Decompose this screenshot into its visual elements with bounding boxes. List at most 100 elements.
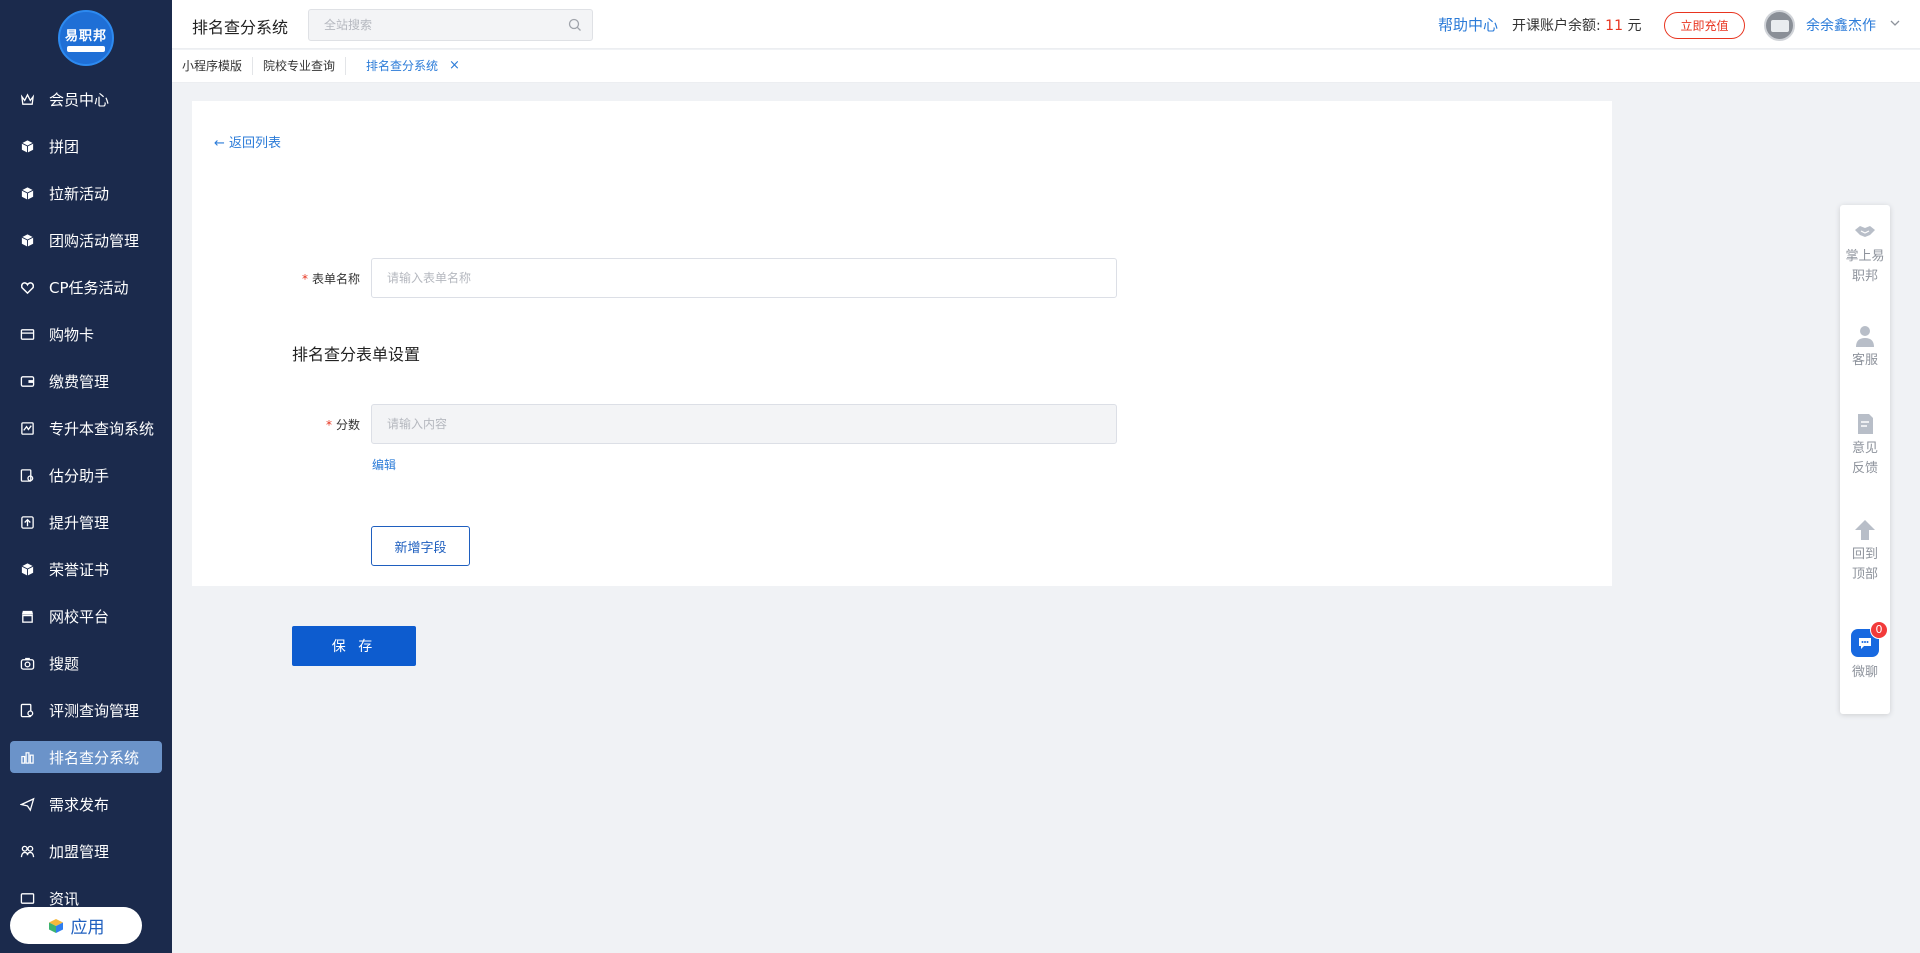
camera-icon bbox=[19, 656, 35, 672]
sidebar-item-label: 搜题 bbox=[49, 655, 80, 673]
chat-label: 微聊 bbox=[1851, 665, 1878, 680]
sidebar-item-label: 缴费管理 bbox=[49, 373, 110, 391]
sidebar-item[interactable]: 估分助手 bbox=[10, 452, 162, 499]
balance-label: 开课账户余额: bbox=[1512, 18, 1601, 34]
sidebar-item-label: 荣誉证书 bbox=[49, 561, 110, 579]
sidebar-item[interactable]: 需求发布 bbox=[10, 781, 162, 828]
sidebar-item[interactable]: 排名查分系统 bbox=[10, 741, 162, 773]
logo[interactable]: 易职邦 bbox=[58, 10, 114, 66]
floating-toolbar: 掌上易职邦 客服 意见反馈 回到顶部 0 微聊 bbox=[1840, 205, 1890, 714]
avatar[interactable] bbox=[1764, 10, 1795, 41]
group-icon bbox=[19, 844, 35, 860]
mobile-app-button[interactable]: 掌上易职邦 bbox=[1840, 219, 1890, 287]
app-button[interactable]: 应用 bbox=[10, 907, 142, 944]
score-label: * 分数 bbox=[325, 417, 360, 432]
chart-search-icon bbox=[19, 468, 35, 484]
sidebar-item[interactable]: 搜题 bbox=[10, 640, 162, 687]
sidebar-item[interactable]: 荣誉证书 bbox=[10, 546, 162, 593]
search-icon[interactable] bbox=[568, 18, 582, 32]
book-icon bbox=[19, 421, 35, 437]
sidebar-item-label: CP任务活动 bbox=[49, 279, 129, 297]
tab-ranking-score-system[interactable]: 排名查分系统 × bbox=[346, 57, 470, 75]
sidebar-item-label: 拼团 bbox=[49, 138, 80, 156]
sidebar-item[interactable]: 会员中心 bbox=[10, 76, 162, 123]
cube-icon bbox=[19, 186, 35, 202]
sidebar-item-label: 排名查分系统 bbox=[49, 748, 140, 767]
close-icon[interactable]: × bbox=[449, 57, 460, 75]
news-icon bbox=[19, 891, 35, 907]
handshake-icon bbox=[1855, 226, 1875, 237]
logo-text: 易职邦 bbox=[64, 28, 107, 44]
cube-colorful-icon bbox=[48, 918, 63, 933]
feedback-doc-icon bbox=[1858, 414, 1873, 434]
top-header: 排名查分系统 帮助中心 开课账户余额: 11 元 立即充值 余余鑫杰作 bbox=[172, 0, 1920, 49]
form-name-input[interactable] bbox=[371, 258, 1117, 298]
back-to-list-link[interactable]: ← 返回列表 bbox=[214, 132, 281, 151]
form-name-label: * 表单名称 bbox=[301, 271, 360, 286]
system-title: 排名查分系统 bbox=[192, 18, 289, 37]
sidebar-item-label: 评测查询管理 bbox=[49, 702, 140, 720]
logo-bar bbox=[67, 45, 105, 52]
sidebar-item[interactable]: 拼团 bbox=[10, 123, 162, 170]
sidebar-item[interactable]: 评测查询管理 bbox=[10, 687, 162, 734]
search-input[interactable] bbox=[309, 10, 549, 40]
sidebar: 易职邦 会员中心拼团拉新活动团购活动管理 CP任务活动购物卡缴费管理专升本查询系统… bbox=[0, 0, 172, 953]
sidebar-nav: 会员中心拼团拉新活动团购活动管理 CP任务活动购物卡缴费管理专升本查询系统估分助手… bbox=[10, 76, 162, 922]
mobile-label: 掌上易职邦 bbox=[1845, 249, 1885, 284]
required-mark: * bbox=[325, 417, 332, 432]
chat-button[interactable]: 0 微聊 bbox=[1840, 621, 1890, 683]
sidebar-item[interactable]: 拉新活动 bbox=[10, 170, 162, 217]
user-service-icon bbox=[1856, 326, 1874, 347]
sidebar-item-label: 拉新活动 bbox=[49, 185, 110, 203]
tab-label: 小程序模版 bbox=[182, 59, 243, 73]
sidebar-item[interactable]: 加盟管理 bbox=[10, 828, 162, 875]
sidebar-item[interactable]: 网校平台 bbox=[10, 593, 162, 640]
top-label: 回到顶部 bbox=[1852, 547, 1879, 582]
account-balance: 开课账户余额: 11 元 bbox=[1512, 15, 1641, 35]
sidebar-item[interactable]: 提升管理 bbox=[10, 499, 162, 546]
arrow-up-icon bbox=[1855, 520, 1875, 540]
tab-label: 排名查分系统 bbox=[366, 59, 439, 73]
tab-label: 院校专业查询 bbox=[263, 59, 336, 73]
sidebar-item-label: 网校平台 bbox=[49, 608, 110, 626]
feedback-button[interactable]: 意见反馈 bbox=[1840, 411, 1890, 479]
save-button[interactable]: 保 存 bbox=[292, 626, 416, 666]
back-to-top-button[interactable]: 回到顶部 bbox=[1840, 517, 1890, 585]
chat-badge: 0 bbox=[1870, 621, 1888, 639]
page-tabs: 小程序模版 院校专业查询 排名查分系统 × bbox=[172, 50, 1920, 83]
tab-college-major-query[interactable]: 院校专业查询 bbox=[253, 57, 347, 75]
sidebar-item-label: 会员中心 bbox=[49, 91, 110, 109]
add-field-button[interactable]: 新增字段 bbox=[371, 526, 470, 566]
sidebar-item[interactable]: CP任务活动 bbox=[10, 264, 162, 311]
form-name-row: * 表单名称 bbox=[192, 258, 1117, 298]
edit-link[interactable]: 编辑 bbox=[372, 456, 396, 473]
recharge-button[interactable]: 立即充值 bbox=[1664, 12, 1745, 39]
sidebar-item[interactable]: 缴费管理 bbox=[10, 358, 162, 405]
wallet-icon bbox=[19, 374, 35, 390]
tab-miniprogram-template[interactable]: 小程序模版 bbox=[172, 57, 254, 75]
crown-icon bbox=[19, 92, 35, 108]
score-input[interactable] bbox=[371, 404, 1117, 444]
sidebar-item[interactable]: 购物卡 bbox=[10, 311, 162, 358]
card-icon bbox=[19, 327, 35, 343]
sidebar-item-label: 提升管理 bbox=[49, 514, 110, 532]
sidebar-item[interactable]: 专升本查询系统 bbox=[10, 405, 162, 452]
chevron-down-icon[interactable] bbox=[1889, 17, 1901, 29]
app-button-label: 应用 bbox=[70, 918, 105, 938]
required-mark: * bbox=[301, 271, 308, 286]
chat-icon: 0 bbox=[1851, 621, 1888, 657]
doc-search-icon bbox=[19, 703, 35, 719]
cube-icon bbox=[19, 233, 35, 249]
sidebar-item-label: 需求发布 bbox=[49, 796, 110, 814]
customer-service-button[interactable]: 客服 bbox=[1840, 323, 1890, 371]
cube-icon bbox=[19, 139, 35, 155]
sidebar-item[interactable]: 团购活动管理 bbox=[10, 217, 162, 264]
sidebar-item-label: 估分助手 bbox=[49, 467, 110, 485]
balance-unit: 元 bbox=[1627, 18, 1642, 34]
balance-value: 11 bbox=[1605, 18, 1623, 34]
cube-icon bbox=[19, 562, 35, 578]
service-label: 客服 bbox=[1851, 353, 1878, 368]
help-center-link[interactable]: 帮助中心 bbox=[1438, 14, 1498, 35]
username[interactable]: 余余鑫杰作 bbox=[1806, 15, 1876, 35]
avatar-image bbox=[1770, 19, 1789, 32]
